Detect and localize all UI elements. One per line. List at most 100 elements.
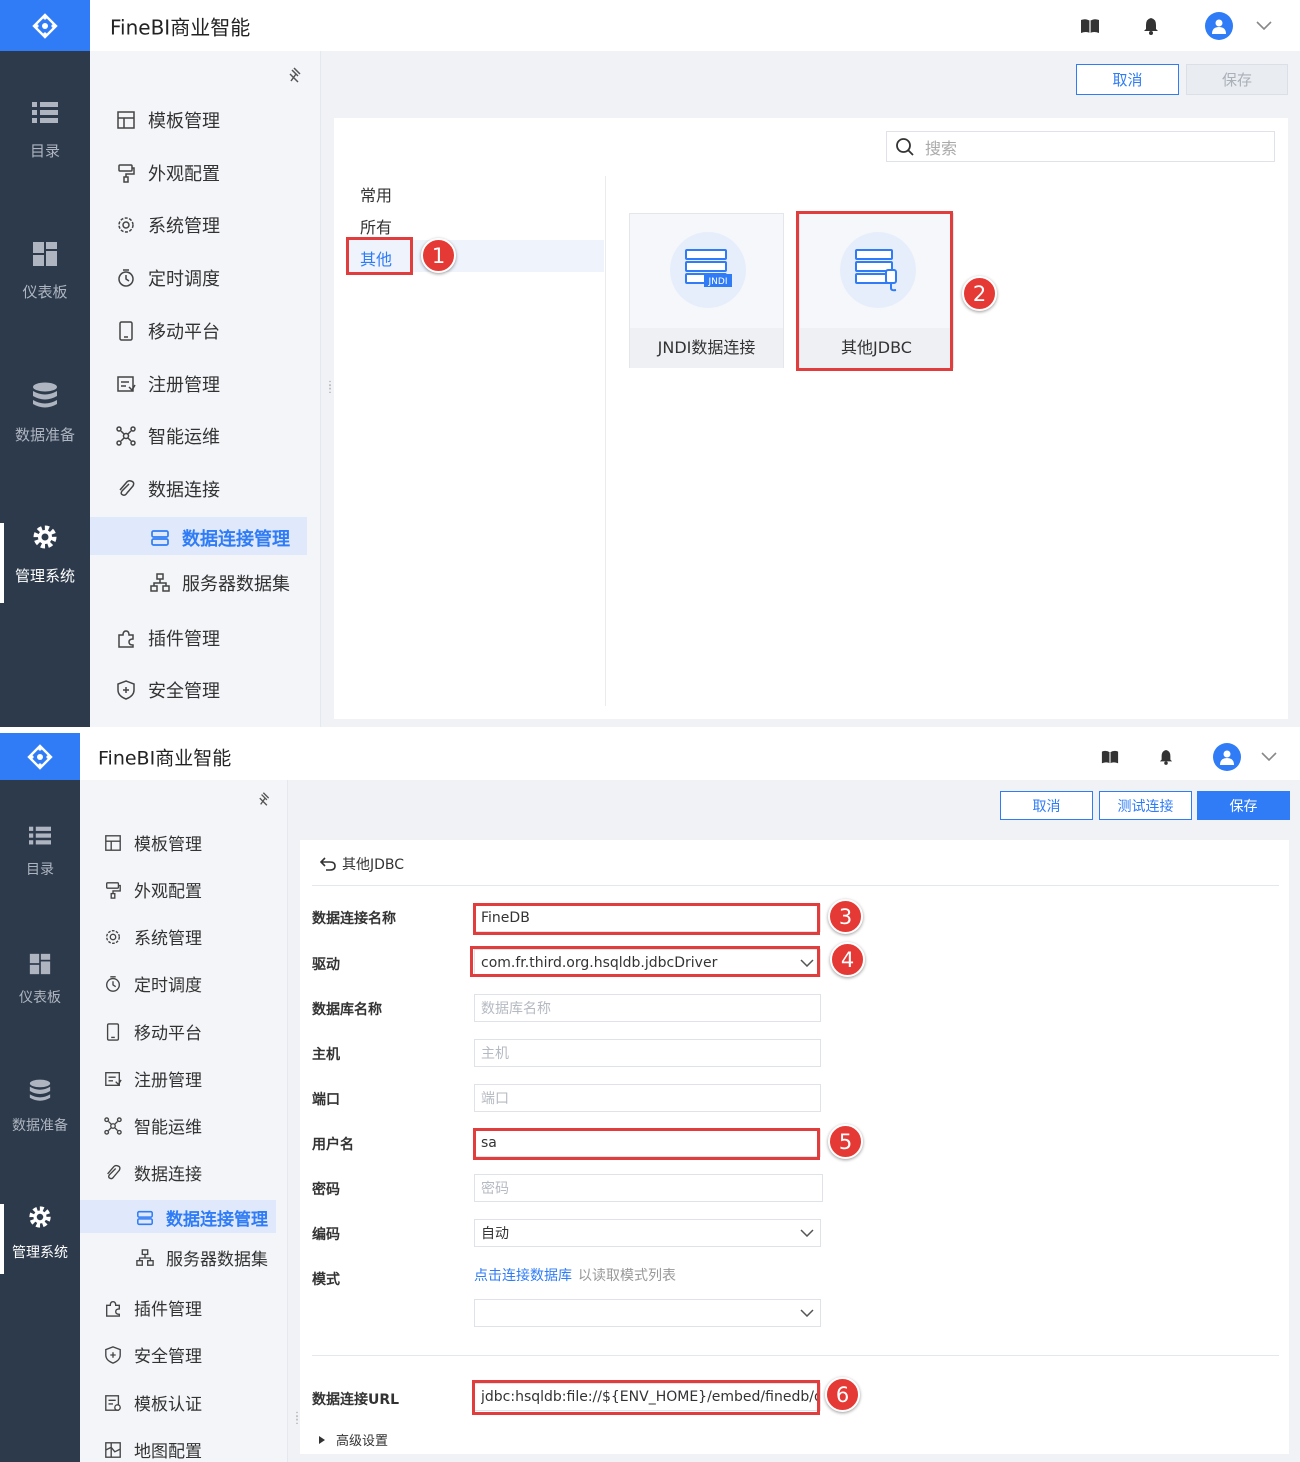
book-icon[interactable] xyxy=(1101,749,1119,764)
menu-item-map[interactable]: 地图配置 xyxy=(104,1437,202,1462)
encoding-select[interactable]: 自动 xyxy=(474,1219,821,1247)
menu-label: 移动平台 xyxy=(134,1024,202,1044)
template-icon xyxy=(117,111,135,129)
menu-label: 插件管理 xyxy=(148,629,220,650)
menu-item-appearance[interactable]: 外观配置 xyxy=(104,877,202,902)
bell-icon[interactable] xyxy=(1159,749,1173,765)
menu-label: 注册管理 xyxy=(148,375,220,396)
caret-right-icon xyxy=(319,1435,325,1444)
annotation-box-1 xyxy=(346,237,413,275)
menu-item-schedule[interactable]: 定时调度 xyxy=(116,265,220,291)
menu-item-server-dataset[interactable]: 服务器数据集 xyxy=(136,1245,268,1270)
category-common[interactable]: 常用 xyxy=(360,182,392,206)
network-icon xyxy=(116,426,136,446)
nav-item-data-prep[interactable]: 数据准备 xyxy=(0,382,90,445)
menu-item-ops[interactable]: 智能运维 xyxy=(104,1113,202,1138)
bell-icon[interactable] xyxy=(1143,17,1159,35)
app-logo[interactable] xyxy=(0,733,80,780)
menu-item-system[interactable]: 系统管理 xyxy=(104,924,202,949)
port-field[interactable]: 端口 xyxy=(474,1084,821,1112)
connect-db-link[interactable]: 点击连接数据库 xyxy=(474,1268,572,1284)
menu-item-register[interactable]: 注册管理 xyxy=(116,371,220,397)
cancel-button[interactable]: 取消 xyxy=(1076,64,1179,95)
chevron-down-icon xyxy=(800,1229,814,1237)
puzzle-icon xyxy=(106,1300,120,1317)
nav-item-admin[interactable]: 管理系统 xyxy=(0,1204,80,1274)
pin-icon[interactable] xyxy=(288,66,306,84)
menu-item-schedule[interactable]: 定时调度 xyxy=(104,971,202,996)
annotation-box-3 xyxy=(473,903,820,935)
menu-item-plugin[interactable]: 插件管理 xyxy=(104,1295,202,1320)
port-placeholder: 端口 xyxy=(481,1091,509,1107)
pin-icon[interactable] xyxy=(258,791,274,807)
menu-item-connection-manage[interactable]: 数据连接管理 xyxy=(150,525,290,551)
menu-item-security[interactable]: 安全管理 xyxy=(104,1342,202,1367)
chevron-down-icon xyxy=(800,1309,814,1317)
save-button[interactable]: 保存 xyxy=(1186,64,1288,95)
menu-item-system[interactable]: 系统管理 xyxy=(116,212,220,238)
nav-item-dashboard[interactable]: 仪表板 xyxy=(0,953,80,1007)
menu-item-mobile[interactable]: 移动平台 xyxy=(116,318,220,344)
book-icon[interactable] xyxy=(1080,18,1100,34)
card-jndi[interactable]: JNDI JNDI数据连接 xyxy=(629,213,784,368)
mode-select[interactable] xyxy=(474,1299,821,1327)
avatar[interactable] xyxy=(1205,11,1233,40)
category-all[interactable]: 所有 xyxy=(360,214,392,238)
menu-item-data-connection[interactable]: 数据连接 xyxy=(116,476,220,502)
menu-item-register[interactable]: 注册管理 xyxy=(104,1066,202,1091)
nav-label: 数据准备 xyxy=(12,1118,68,1134)
cancel-button[interactable]: 取消 xyxy=(1000,791,1093,820)
nav-item-dashboard[interactable]: 仪表板 xyxy=(0,241,90,302)
template-icon xyxy=(105,834,121,851)
shield-icon xyxy=(105,1345,121,1364)
search-input[interactable]: 搜索 xyxy=(886,131,1275,162)
menu-item-template[interactable]: 模板管理 xyxy=(116,107,220,133)
advanced-settings-toggle[interactable]: 高级设置 xyxy=(318,1430,388,1449)
mode-label: 模式 xyxy=(312,1272,340,1288)
menu-label: 定时调度 xyxy=(148,269,220,290)
menu-item-data-connection[interactable]: 数据连接 xyxy=(104,1160,202,1185)
hierarchy-icon xyxy=(136,1248,154,1266)
menu-item-template-auth[interactable]: 模板认证 xyxy=(104,1390,202,1415)
menu-item-connection-manage[interactable]: 数据连接管理 xyxy=(136,1205,268,1230)
user-icon xyxy=(1212,19,1226,34)
menu-label: 智能运维 xyxy=(148,427,220,448)
screenshot-jdbc-form: 目录 仪表板 数据准备 管理系统 FineBI商业智能 模板管理 外观配置 系统… xyxy=(0,733,1300,1462)
save-button[interactable]: 保存 xyxy=(1197,791,1290,820)
main-nav: 目录 仪表板 数据准备 管理系统 xyxy=(0,0,90,727)
chevron-down-icon[interactable] xyxy=(1256,20,1272,31)
nav-item-data-prep[interactable]: 数据准备 xyxy=(0,1079,80,1135)
nav-item-catalog[interactable]: 目录 xyxy=(0,825,80,879)
nav-label: 目录 xyxy=(26,862,54,878)
avatar[interactable] xyxy=(1213,742,1241,771)
card-label: JNDI数据连接 xyxy=(630,328,783,368)
test-connection-button[interactable]: 测试连接 xyxy=(1099,791,1192,820)
nav-item-admin[interactable]: 管理系统 xyxy=(0,523,90,603)
menu-item-ops[interactable]: 智能运维 xyxy=(116,423,220,449)
menu-item-appearance[interactable]: 外观配置 xyxy=(116,160,220,186)
password-field[interactable]: 密码 xyxy=(474,1174,823,1202)
menu-item-mobile[interactable]: 移动平台 xyxy=(104,1019,202,1044)
menu-item-server-dataset[interactable]: 服务器数据集 xyxy=(150,570,290,596)
annotation-badge-4: 4 xyxy=(830,942,865,977)
encoding-value: 自动 xyxy=(481,1226,509,1242)
menu-item-security[interactable]: 安全管理 xyxy=(116,677,220,703)
top-header: FineBI商业智能 xyxy=(90,0,1300,51)
host-field[interactable]: 主机 xyxy=(474,1039,821,1067)
app-logo[interactable] xyxy=(0,0,90,51)
logo-icon xyxy=(32,12,58,39)
mode-hint-text: 以读取模式列表 xyxy=(578,1268,676,1284)
menu-label: 模板管理 xyxy=(148,111,220,132)
back-link[interactable]: 其他JDBC xyxy=(320,854,404,874)
database-icon xyxy=(29,1079,51,1101)
list-icon xyxy=(32,102,58,123)
menu-label: 安全管理 xyxy=(134,1347,202,1367)
menu-item-template[interactable]: 模板管理 xyxy=(104,830,202,855)
mobile-icon xyxy=(119,321,133,341)
nav-item-catalog[interactable]: 目录 xyxy=(0,100,90,161)
menu-item-plugin[interactable]: 插件管理 xyxy=(116,625,220,651)
screenshot-data-connection-type: 目录 仪表板 数据准备 管理系统 FineBI商业智能 模板管理 外观配置 系统… xyxy=(0,0,1300,727)
chevron-down-icon[interactable] xyxy=(1261,751,1277,762)
db-name-field[interactable]: 数据库名称 xyxy=(474,994,821,1022)
back-arrow-icon xyxy=(320,857,336,871)
